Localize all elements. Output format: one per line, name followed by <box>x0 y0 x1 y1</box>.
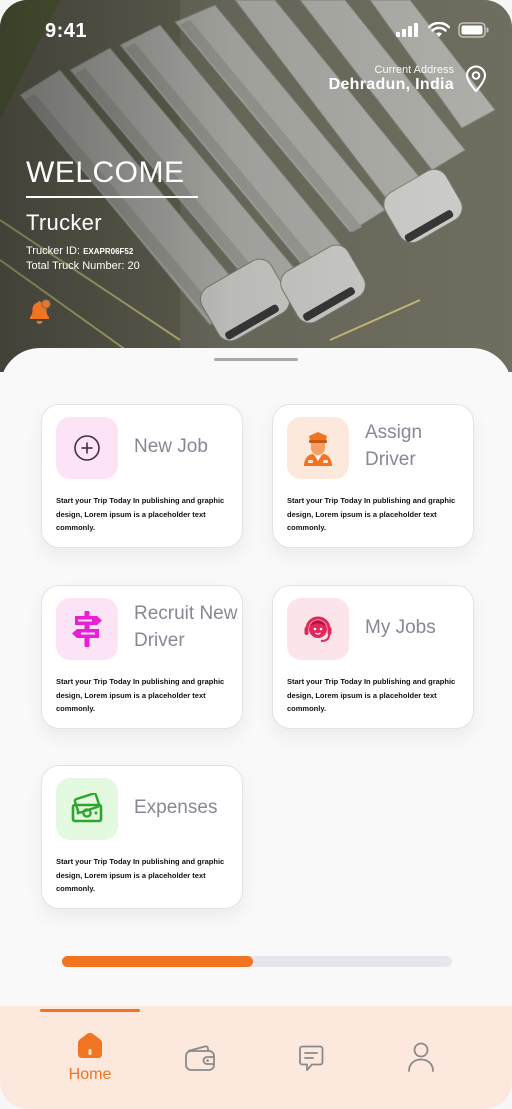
wifi-icon <box>428 22 450 37</box>
status-icons <box>396 22 490 38</box>
card-description: Start your Trip Today In publishing and … <box>287 677 456 713</box>
nav-label-home: Home <box>68 1066 112 1083</box>
card-title: New Job <box>134 436 208 457</box>
recruit-driver-card[interactable]: Recruit New Driver Start your Trip Today… <box>41 585 243 729</box>
wallet-icon <box>185 1045 215 1071</box>
plus-circle-icon <box>74 435 100 461</box>
status-time: 9:41 <box>45 20 88 42</box>
hero-banner: 9:41 Current Address Dehradun, India WEL… <box>0 0 512 372</box>
trucker-id-line: Trucker ID: EXAPR06F52 <box>26 244 198 259</box>
assign-driver-card[interactable]: Assign Driver Start your Trip Today In p… <box>272 404 474 548</box>
support-agent-icon <box>304 616 332 642</box>
recruit-driver-icon-tile <box>56 598 118 660</box>
phone-screen: 9:41 Current Address Dehradun, India WEL… <box>0 0 512 1109</box>
status-bar: 9:41 <box>0 0 512 60</box>
nav-item-messages[interactable] <box>266 1006 356 1109</box>
welcome-title: WELCOME <box>26 156 185 189</box>
card-description: Start your Trip Today In publishing and … <box>56 496 225 532</box>
notification-bell-icon[interactable] <box>26 298 52 326</box>
card-title: Expenses <box>134 797 218 818</box>
welcome-underline <box>26 196 198 198</box>
bottom-nav: Home <box>0 1006 512 1109</box>
nav-item-wallet[interactable] <box>155 1006 245 1109</box>
trucker-id-value: EXAPR06F52 <box>83 247 134 256</box>
progress-track <box>62 956 452 967</box>
address-value: Dehradun, India <box>328 76 454 93</box>
signpost-icon <box>72 611 102 647</box>
sheet-handle[interactable] <box>214 358 298 361</box>
current-address[interactable]: Current Address Dehradun, India <box>329 64 488 94</box>
cash-icon <box>71 793 103 823</box>
signal-icon <box>396 23 418 37</box>
card-title: My Jobs <box>365 617 436 638</box>
new-job-icon-tile <box>56 417 118 479</box>
my-jobs-icon-tile <box>287 598 349 660</box>
expenses-card[interactable]: Expenses Start your Trip Today In publis… <box>41 765 243 909</box>
driver-icon <box>304 432 332 466</box>
location-pin-icon <box>465 65 487 93</box>
home-icon <box>78 1032 102 1058</box>
nav-item-home[interactable]: Home <box>45 1006 135 1109</box>
card-description: Start your Trip Today In publishing and … <box>56 857 225 893</box>
chat-icon <box>299 1045 324 1071</box>
address-caption: Current Address <box>374 64 454 76</box>
nav-item-profile[interactable] <box>376 1006 466 1109</box>
welcome-block: WELCOME Trucker Trucker ID: EXAPR06F52 T… <box>26 156 198 274</box>
user-icon <box>408 1042 434 1072</box>
assign-driver-icon-tile <box>287 417 349 479</box>
card-title: Assign Driver <box>365 422 423 470</box>
expenses-icon-tile <box>56 778 118 840</box>
trucker-meta: Trucker ID: EXAPR06F52 Total Truck Numbe… <box>26 244 198 274</box>
dashboard-sheet: New Job Start your Trip Today In publish… <box>0 348 512 1109</box>
battery-icon <box>458 22 489 38</box>
card-description: Start your Trip Today In publishing and … <box>287 496 456 532</box>
progress-fill <box>62 956 254 967</box>
new-job-card[interactable]: New Job Start your Trip Today In publish… <box>41 404 243 548</box>
trucker-id-label: Trucker ID: <box>26 245 80 257</box>
truck-count: Total Truck Number: 20 <box>26 260 140 272</box>
my-jobs-card[interactable]: My Jobs Start your Trip Today In publish… <box>272 585 474 729</box>
card-description: Start your Trip Today In publishing and … <box>56 677 225 713</box>
user-name: Trucker <box>26 210 102 235</box>
card-title: Recruit New Driver <box>134 603 238 651</box>
